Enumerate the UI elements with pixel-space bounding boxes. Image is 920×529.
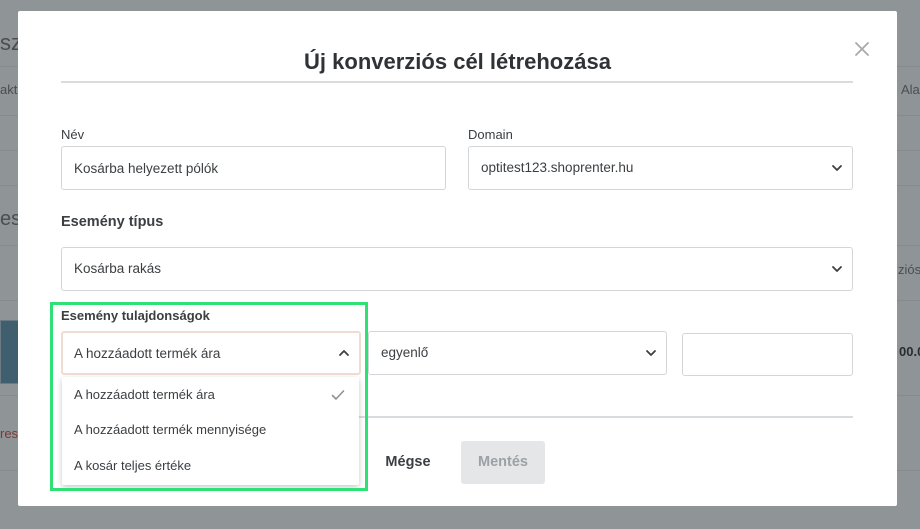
name-input[interactable] — [62, 147, 445, 189]
event-properties-label: Esemény tulajdonságok — [61, 308, 210, 323]
property-select[interactable]: A hozzáadott termék ára — [61, 331, 361, 375]
background-text: res — [0, 426, 19, 441]
domain-select[interactable]: optitest123.shoprenter.hu — [468, 146, 853, 190]
save-button[interactable]: Mentés — [461, 441, 545, 484]
check-icon — [331, 390, 345, 400]
event-type-label: Esemény típus — [61, 214, 164, 230]
close-button[interactable] — [853, 40, 871, 58]
dropdown-option-label: A kosár teljes értéke — [74, 458, 192, 473]
domain-select-value: optitest123.shoprenter.hu — [481, 160, 634, 175]
property-dropdown-menu: A hozzáadott termék ára A hozzáadott ter… — [62, 377, 359, 485]
dropdown-option[interactable]: A hozzáadott termék ára — [62, 378, 359, 412]
background-text: 00.0 — [899, 344, 920, 359]
background-text: akt — [0, 82, 18, 97]
title-divider — [61, 81, 853, 83]
background-product-thumbnail — [0, 320, 20, 384]
name-label: Név — [61, 127, 85, 142]
modal-title: Új konverziós cél létrehozása — [304, 49, 611, 74]
domain-label: Domain — [468, 127, 513, 142]
event-type-select[interactable]: Kosárba rakás — [61, 247, 853, 291]
chevron-down-icon — [646, 350, 656, 356]
property-value-input[interactable] — [683, 334, 852, 375]
dropdown-option[interactable]: A kosár teljes értéke — [62, 449, 359, 483]
cancel-button[interactable]: Mégse — [370, 441, 446, 483]
background-text: ziós — [898, 262, 920, 277]
footer-divider — [359, 416, 853, 418]
property-select-value: A hozzáadott termék ára — [74, 346, 221, 361]
operator-select-value: egyenlő — [381, 345, 429, 360]
background-text: Ala — [901, 82, 920, 97]
dropdown-option-label: A hozzáadott termék ára — [74, 387, 215, 402]
dropdown-option[interactable]: A hozzáadott termék mennyisége — [62, 413, 359, 447]
property-value-field[interactable] — [682, 333, 853, 376]
operator-select[interactable]: egyenlő — [368, 331, 667, 375]
chevron-up-icon — [339, 350, 349, 356]
chevron-down-icon — [832, 165, 842, 171]
close-icon — [855, 42, 869, 56]
create-conversion-goal-modal: Új konverziós cél létrehozása Név Domain… — [18, 11, 897, 506]
chevron-down-icon — [832, 266, 842, 272]
name-field[interactable] — [61, 146, 446, 190]
dropdown-option-label: A hozzáadott termék mennyisége — [74, 422, 267, 437]
event-type-select-value: Kosárba rakás — [74, 261, 162, 276]
